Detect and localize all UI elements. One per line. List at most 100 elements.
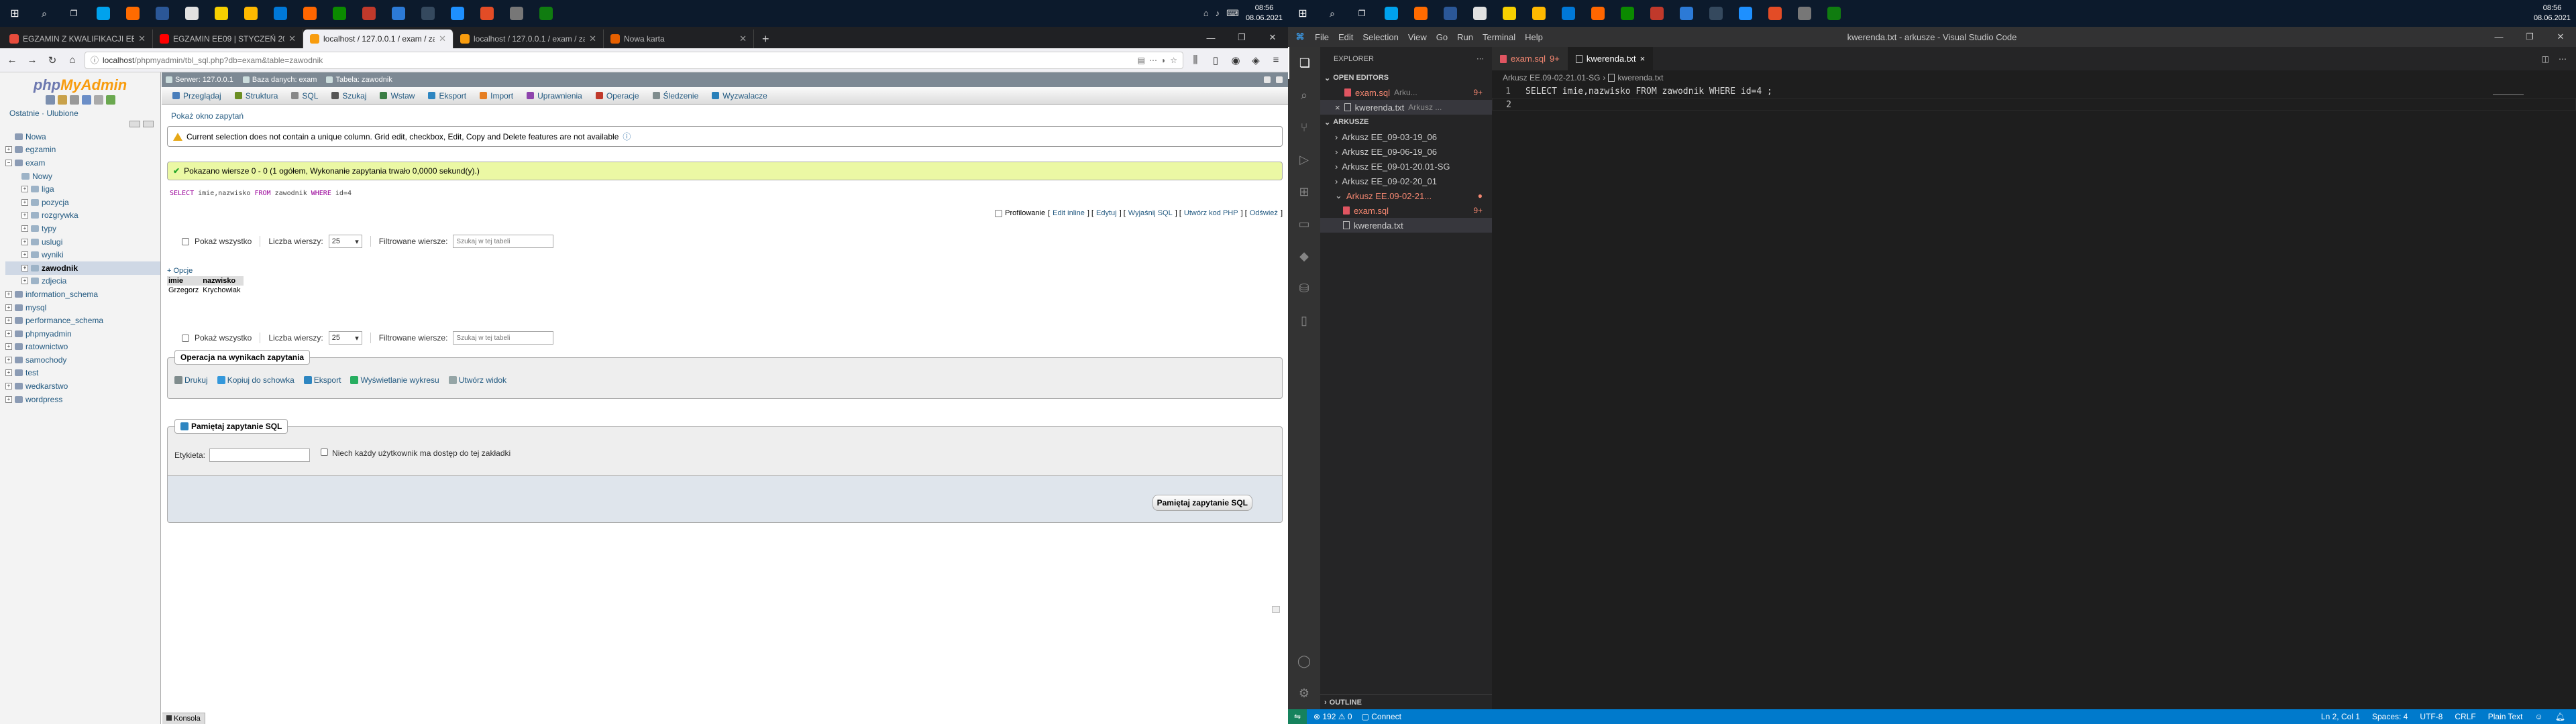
logout-icon[interactable] (57, 95, 67, 105)
taskbar-app-icon[interactable] (1790, 0, 1819, 27)
browser-tab[interactable]: EGZAMIN EE09 | STYCZEŃ 2021 ✕ (153, 29, 303, 48)
back-icon[interactable]: ← (4, 52, 20, 68)
menu-run[interactable]: Run (1457, 32, 1473, 42)
tree-item-performance-schema[interactable]: + performance_schema (5, 314, 160, 327)
task-view-icon[interactable]: ❐ (59, 0, 89, 27)
console-button[interactable]: Konsola (162, 713, 205, 724)
folder-item[interactable]: › Arkusz EE_09-06-19_06 (1320, 144, 1492, 159)
reload-icon[interactable]: ↻ (44, 52, 60, 68)
expand-icon[interactable]: + (5, 343, 12, 351)
expand-icon[interactable]: + (5, 369, 12, 377)
bookmark-label-input[interactable] (209, 448, 311, 462)
reload-nav-icon[interactable] (105, 95, 115, 105)
tree-item-exam[interactable]: − exam (5, 156, 160, 170)
bookmark-submit-button[interactable]: Pamiętaj zapytanie SQL (1152, 495, 1252, 511)
menu-toggle-icon[interactable] (1276, 76, 1283, 83)
operation-link[interactable]: Kopiuj do schowka (217, 375, 294, 385)
open-editors-section[interactable]: ⌄ OPEN EDITORS (1320, 70, 1492, 85)
scroll-top-icon[interactable] (1272, 606, 1280, 613)
settings-gear-icon[interactable] (1264, 76, 1271, 83)
indentation-status[interactable]: Spaces: 4 (2372, 712, 2408, 721)
rows-select[interactable]: 25 ▾ (328, 235, 362, 248)
tree-item-nowy[interactable]: Nowy (5, 170, 160, 183)
expand-icon[interactable]: + (21, 198, 28, 206)
menu-edit[interactable]: Edit (1338, 32, 1353, 42)
expand-icon[interactable]: + (21, 225, 28, 232)
show-query-box-link[interactable]: Pokaż okno zapytań (167, 111, 1283, 121)
more-actions-icon[interactable]: ⋯ (1149, 56, 1157, 65)
operation-link[interactable]: Eksport (303, 375, 341, 385)
expand-icon[interactable]: + (21, 186, 28, 193)
operation-link[interactable]: Drukuj (174, 375, 208, 385)
breadcrumb-file[interactable]: kwerenda.txt (1617, 73, 1663, 82)
extensions-icon[interactable]: ◈ (1248, 52, 1264, 68)
folder-item[interactable]: › Arkusz EE_09-01-20.01-SG (1320, 159, 1492, 174)
taskbar-app-icon[interactable] (1583, 0, 1613, 27)
tree-item-egzamin[interactable]: + egzamin (5, 143, 160, 157)
tab-close-icon[interactable]: ✕ (439, 34, 446, 44)
open-editor-item[interactable]: exam.sql Arku... 9+ (1320, 85, 1492, 100)
tree-item-samochody[interactable]: + samochody (5, 353, 160, 367)
tree-item-zawodnik[interactable]: + zawodnik (5, 261, 160, 275)
expand-icon[interactable]: + (5, 356, 12, 363)
connect-status[interactable]: ▢ Connect (1362, 712, 1401, 721)
help-icon[interactable]: ⓘ (623, 131, 631, 142)
source-control-icon[interactable]: ⑂ (1288, 111, 1320, 143)
collapse-all-icon[interactable] (129, 121, 140, 127)
taskbar-app-icon[interactable] (177, 0, 207, 27)
link-panel-icon[interactable] (143, 121, 154, 127)
search-icon[interactable]: ⌕ (1288, 79, 1320, 111)
profiling-checkbox[interactable] (995, 209, 1003, 217)
notebook-icon[interactable]: ▯ (1288, 304, 1320, 337)
close-tab-icon[interactable]: × (1640, 54, 1646, 64)
favorites-tab[interactable]: Ulubione (46, 109, 78, 118)
recent-tab[interactable]: Ostatnie (9, 109, 40, 118)
taskbar-app-icon[interactable] (1760, 0, 1790, 27)
close-editor-icon[interactable]: × (1335, 103, 1340, 113)
expand-icon[interactable]: − (5, 159, 12, 166)
breadcrumb-server[interactable]: Serwer: 127.0.0.1 (166, 76, 233, 84)
breadcrumb-database[interactable]: Baza danych: exam (242, 76, 317, 84)
tree-item-uslugi[interactable]: + uslugi (5, 235, 160, 249)
page-info-icon[interactable]: ⓘ (91, 54, 99, 66)
tree-item-wyniki[interactable]: + wyniki (5, 248, 160, 261)
encoding-status[interactable]: UTF-8 (2420, 712, 2443, 721)
tree-item-nowa[interactable]: Nowa (5, 130, 160, 143)
taskbar-app-icon[interactable] (1613, 0, 1642, 27)
tree-item-test[interactable]: + test (5, 367, 160, 380)
taskbar-app-icon[interactable] (148, 0, 177, 27)
reader-icon[interactable]: ▤ (1138, 56, 1145, 65)
taskbar-app-icon[interactable] (89, 0, 118, 27)
editor-tab-exam-sql[interactable]: exam.sql 9+ (1492, 47, 1568, 70)
eol-status[interactable]: CRLF (2455, 712, 2475, 721)
taskbar-app-icon[interactable] (1819, 0, 1849, 27)
sql-docs-icon[interactable] (81, 95, 91, 105)
tab-close-icon[interactable]: ✕ (288, 34, 296, 44)
problems-status[interactable]: ⊗ 192 ⚠ 0 (1313, 712, 1352, 721)
windows-start-icon[interactable]: ⊞ (0, 0, 30, 27)
tree-item-ratownictwo[interactable]: + ratownictwo (5, 341, 160, 354)
file-item[interactable]: kwerenda.txt (1320, 218, 1492, 233)
windows-start-icon[interactable]: ⊞ (1288, 0, 1318, 27)
tab-uprawnienia[interactable]: Uprawnienia (520, 87, 589, 105)
taskbar-app-icon[interactable] (1642, 0, 1672, 27)
folder-item[interactable]: › Arkusz EE_09-02-20_01 (1320, 174, 1492, 188)
bookmark-shared-checkbox[interactable] (321, 448, 329, 456)
tree-item-liga[interactable]: + liga (5, 182, 160, 196)
expand-icon[interactable]: + (5, 330, 12, 337)
expand-icon[interactable]: + (21, 278, 28, 285)
forward-icon[interactable]: → (24, 52, 40, 68)
notifications-icon[interactable]: 🔔︎ (2555, 712, 2565, 721)
expand-icon[interactable]: + (5, 317, 12, 324)
expand-icon[interactable]: + (21, 238, 28, 245)
remote-icon[interactable]: ⇋ (1288, 709, 1307, 724)
taskbar-app-icon[interactable] (1672, 0, 1701, 27)
tab-wstaw[interactable]: Wstaw (373, 87, 421, 105)
extensions-icon[interactable]: ⊞ (1288, 176, 1320, 208)
account-icon[interactable]: ◉ (1228, 52, 1244, 68)
tab-sql[interactable]: SQL (284, 87, 325, 105)
taskbar-app-icon[interactable] (325, 0, 354, 27)
close-window-icon[interactable]: ✕ (2545, 32, 2576, 42)
menu-view[interactable]: View (1408, 32, 1427, 42)
expand-icon[interactable]: + (21, 264, 28, 272)
